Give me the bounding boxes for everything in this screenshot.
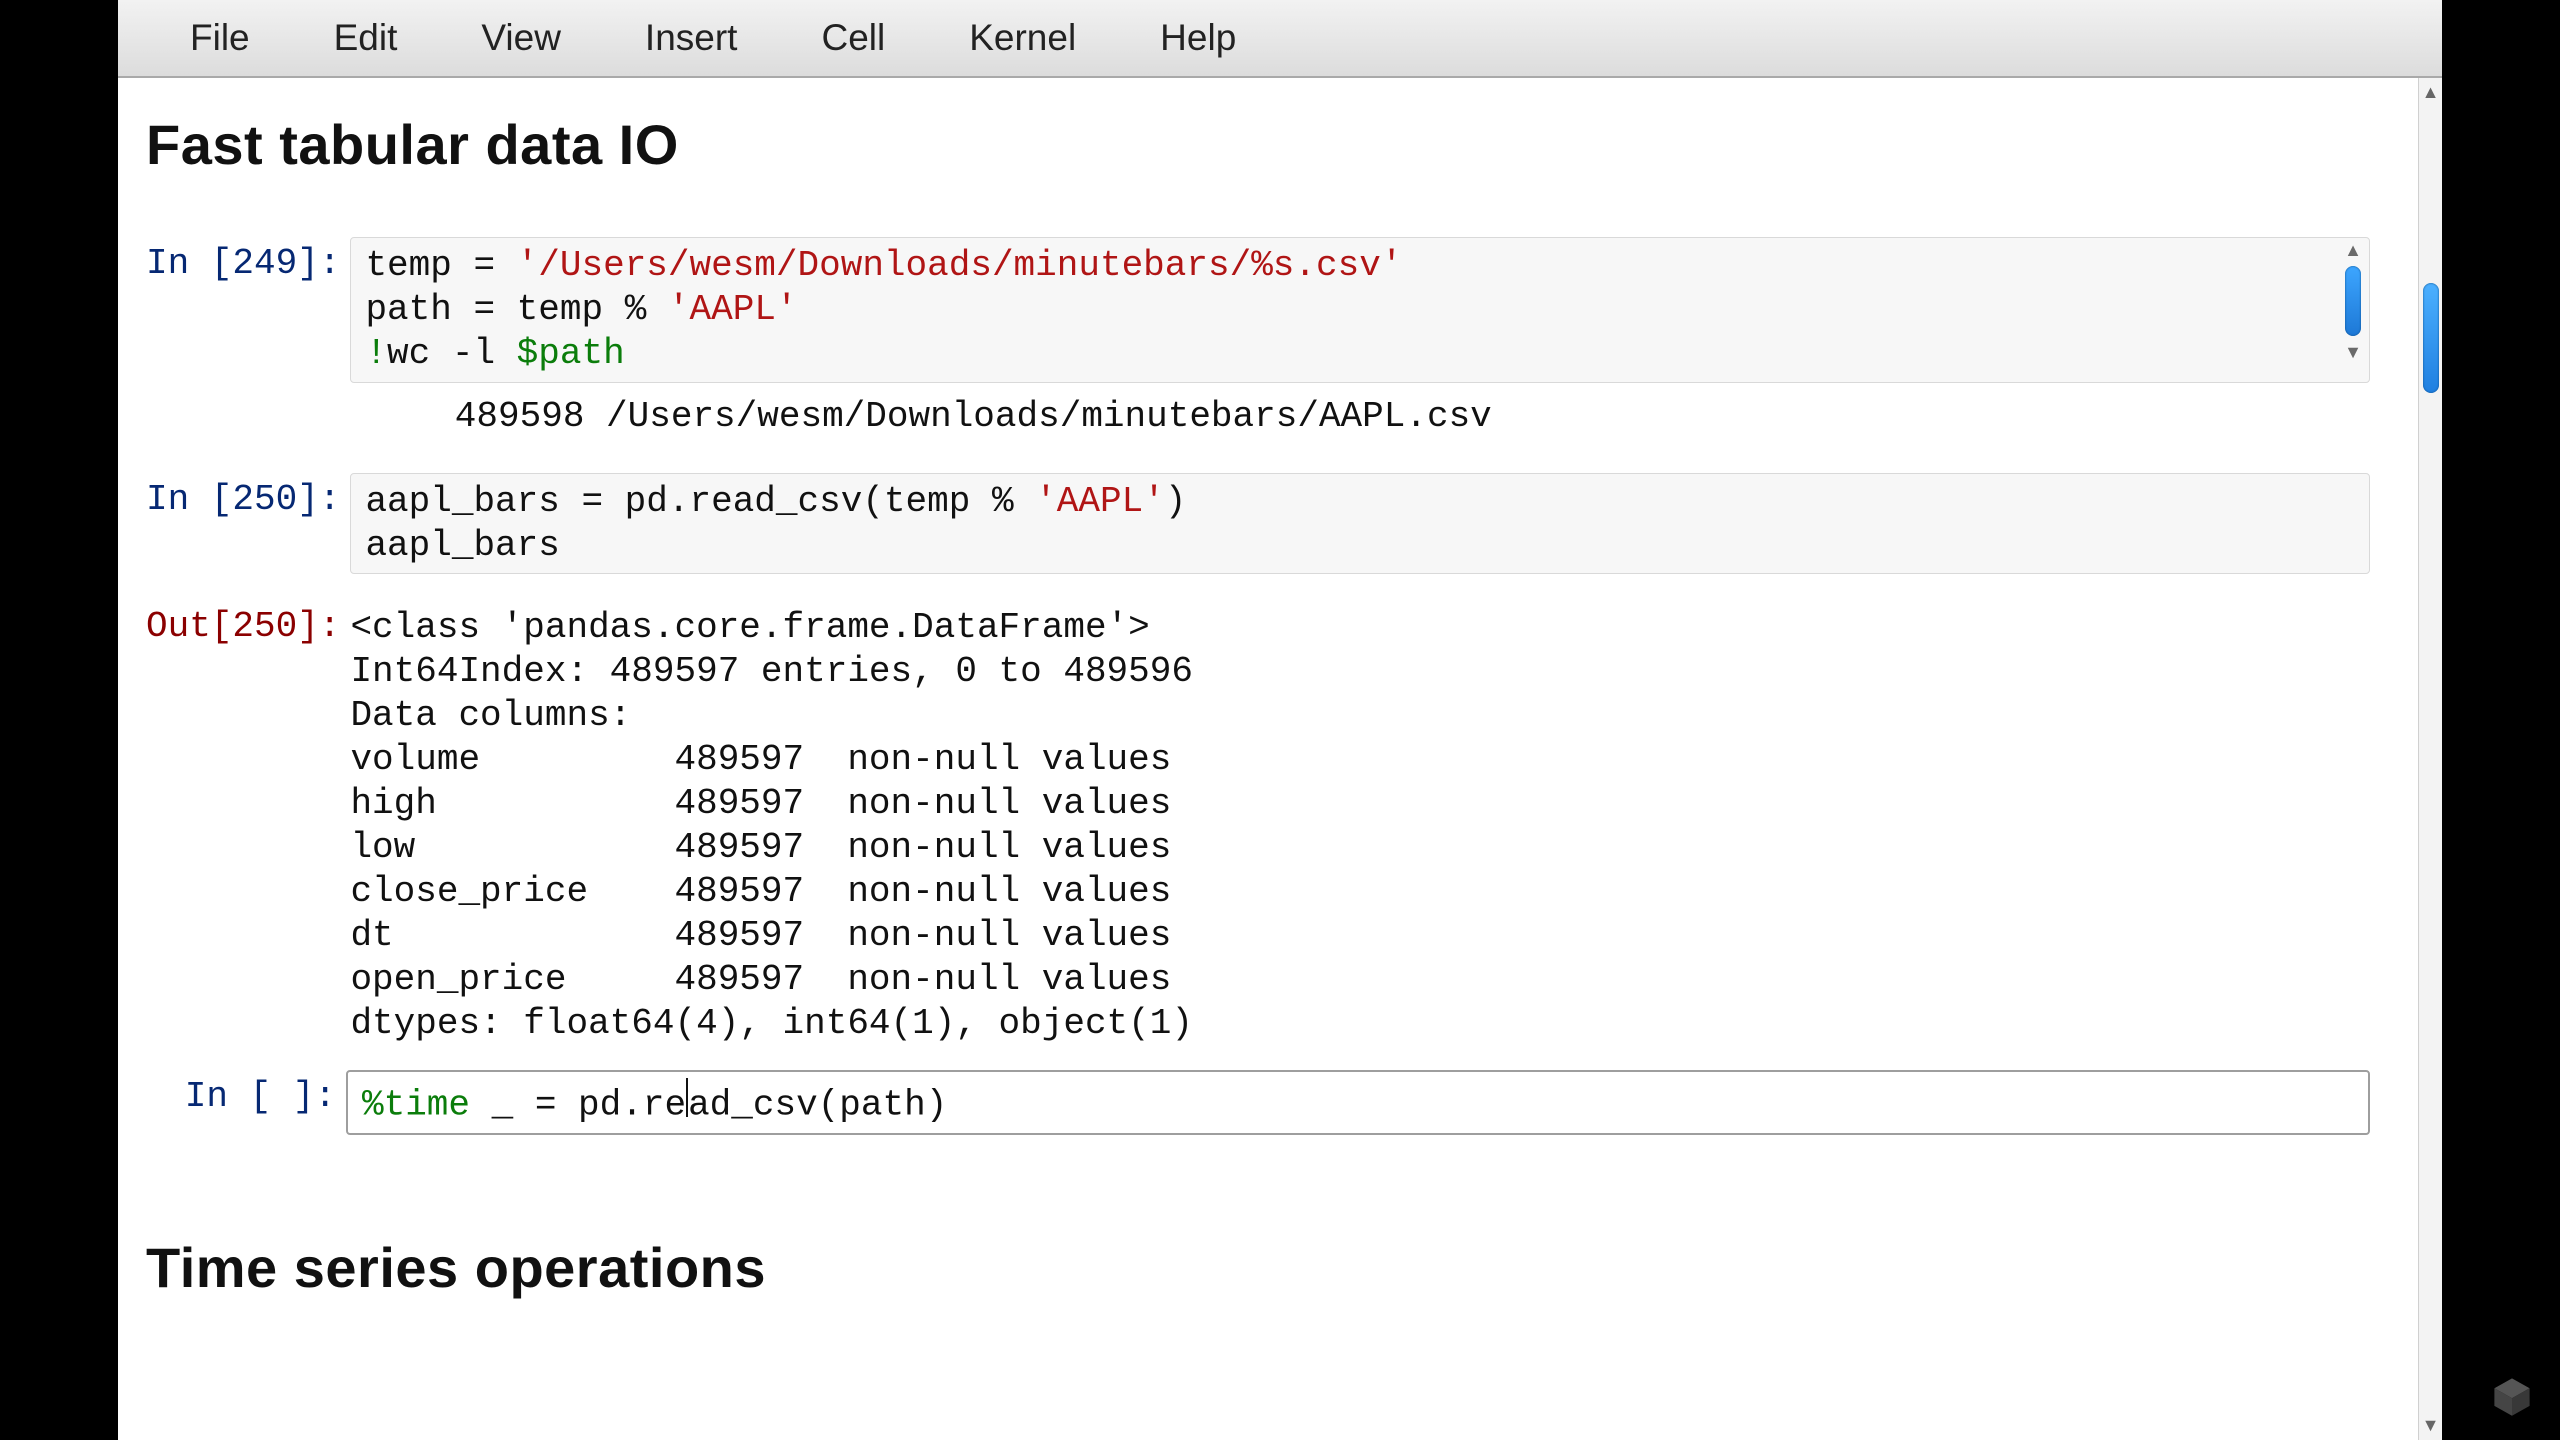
spacer	[146, 1147, 2434, 1217]
scroll-down-icon[interactable]: ▼	[2422, 1415, 2440, 1436]
scroll-up-icon[interactable]: ▲	[2422, 82, 2440, 103]
prompt-out-250: Out[250]:	[146, 600, 350, 647]
cell-in-249[interactable]: In [249]: temp = '/Users/wesm/Downloads/…	[146, 237, 2434, 383]
menu-kernel[interactable]: Kernel	[927, 7, 1118, 69]
code-string: '/Users/wesm/Downloads/minutebars/%s.csv…	[517, 245, 1403, 286]
prompt-in-249: In [249]:	[146, 237, 350, 284]
prompt-in-empty: In [ ]:	[146, 1070, 346, 1117]
code-in-empty[interactable]: %time _ = pd.read_csv(path)	[346, 1070, 2370, 1136]
notebook-viewport: Fast tabular data IO In [249]: temp = '/…	[118, 78, 2442, 1440]
video-frame: File Edit View Insert Cell Kernel Help F…	[0, 0, 2560, 1440]
code-text: ad_csv(path)	[688, 1084, 947, 1125]
menu-insert[interactable]: Insert	[603, 7, 780, 69]
code-string: 'AAPL'	[1035, 481, 1165, 522]
watermark-cube-icon	[2490, 1374, 2534, 1418]
heading-timeseries: Time series operations	[146, 1235, 2434, 1300]
menu-cell[interactable]: Cell	[779, 7, 927, 69]
code-shell-var: $path	[517, 333, 625, 374]
code-text: )	[1165, 481, 1187, 522]
menubar: File Edit View Insert Cell Kernel Help	[118, 0, 2442, 78]
code-text: path = temp	[365, 289, 624, 330]
code-shell-bang: !	[365, 333, 387, 374]
code-string: 'AAPL'	[668, 289, 798, 330]
code-magic: %time	[362, 1084, 470, 1125]
cell-out-250: Out[250]: <class 'pandas.core.frame.Data…	[146, 600, 2434, 1051]
prompt-in-250: In [250]:	[146, 473, 350, 520]
output-249: 489598 /Users/wesm/Downloads/minutebars/…	[146, 395, 2434, 439]
code-text: aapl_bars = pd.read_csv(temp	[365, 481, 992, 522]
output-249-text: 489598 /Users/wesm/Downloads/minutebars/…	[390, 395, 2434, 439]
cell-in-empty[interactable]: In [ ]: %time _ = pd.read_csv(path)	[146, 1070, 2434, 1136]
output-250-text: <class 'pandas.core.frame.DataFrame'> In…	[350, 600, 2370, 1051]
code-text: temp =	[365, 245, 516, 286]
menu-help[interactable]: Help	[1118, 7, 1278, 69]
scroll-track[interactable]	[2419, 103, 2442, 1415]
code-op: %	[992, 481, 1014, 522]
code-op: %	[625, 289, 647, 330]
code-in-250[interactable]: aapl_bars = pd.read_csv(temp % 'AAPL') a…	[350, 473, 2370, 575]
heading-fast-io: Fast tabular data IO	[146, 112, 2434, 177]
scroll-thumb[interactable]	[2423, 283, 2439, 393]
menu-view[interactable]: View	[439, 7, 603, 69]
code-text: aapl_bars	[365, 525, 559, 566]
menu-file[interactable]: File	[148, 7, 292, 69]
code-in-249[interactable]: temp = '/Users/wesm/Downloads/minutebars…	[350, 237, 2370, 383]
notebook[interactable]: Fast tabular data IO In [249]: temp = '/…	[118, 78, 2442, 1440]
main-scrollbar[interactable]: ▲ ▼	[2418, 78, 2442, 1440]
code-text	[1014, 481, 1036, 522]
code-text	[646, 289, 668, 330]
cell-in-250[interactable]: In [250]: aapl_bars = pd.read_csv(temp %…	[146, 473, 2434, 575]
code-text: wc -l	[387, 333, 517, 374]
menu-edit[interactable]: Edit	[292, 7, 440, 69]
app-window: File Edit View Insert Cell Kernel Help F…	[118, 0, 2442, 1440]
code-text: _ = pd.re	[470, 1084, 686, 1125]
